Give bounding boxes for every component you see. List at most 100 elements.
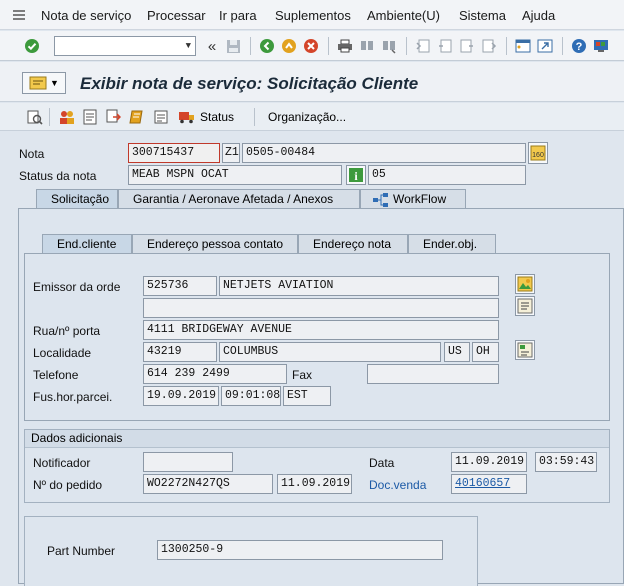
telefone-field[interactable]: 614 239 2499 (143, 364, 287, 384)
emissor-label: Emissor da orde (33, 280, 121, 294)
subtab-ender-obj[interactable]: Ender.obj. (408, 234, 496, 254)
notificador-label: Notificador (33, 456, 91, 470)
truck-icon (179, 112, 194, 124)
partner-icon[interactable] (58, 108, 76, 126)
action-log-icon[interactable] (128, 108, 146, 126)
menu-ir-para[interactable]: Ir para (219, 8, 257, 23)
zip-field[interactable]: 43219 (143, 342, 217, 362)
menu-nota-de-servico[interactable]: Nota de serviço (41, 8, 131, 23)
emissor-name2-field[interactable] (143, 298, 499, 318)
fax-label: Fax (292, 368, 313, 382)
pedido-date-field[interactable]: 11.09.2019 (277, 474, 352, 494)
double-chevron-left-icon[interactable]: « (203, 37, 221, 55)
rua-label: Rua/nº porta (33, 324, 101, 338)
print-icon[interactable] (336, 37, 354, 55)
emissor-code-field[interactable]: 525736 (143, 276, 217, 296)
subtab-end-cliente[interactable]: End.cliente (42, 234, 132, 254)
chevron-down-icon[interactable]: ▼ (186, 37, 191, 55)
display-object-icon[interactable] (26, 108, 44, 126)
emissor-name-field[interactable]: NETJETS AVIATION (219, 276, 499, 296)
data-label: Data (369, 456, 395, 470)
fus-date-field[interactable]: 19.09.2019 (143, 386, 219, 406)
rua-field[interactable]: 4111 BRIDGEWAY AVENUE (143, 320, 499, 340)
status-nota-field[interactable]: MEAB MSPN OCAT (128, 165, 342, 185)
organizacao-button[interactable]: Organização... (268, 110, 346, 124)
tab-workflow-label: WorkFlow (393, 192, 447, 206)
fax-field[interactable] (367, 364, 499, 384)
menu-sistema[interactable]: Sistema (459, 8, 506, 23)
prev-page-icon[interactable] (436, 37, 454, 55)
exit-icon[interactable] (280, 37, 298, 55)
long-text-icon[interactable]: 160 (528, 142, 548, 164)
docvenda-link[interactable]: 40160657 (455, 477, 510, 490)
status-code-field[interactable]: 05 (368, 165, 526, 185)
status-info-icon[interactable]: i (346, 165, 366, 185)
menu-ajuda[interactable]: Ajuda (522, 8, 555, 23)
next-page-icon[interactable] (458, 37, 476, 55)
application-toolbar: Status Organização... (0, 103, 624, 131)
pedido-field[interactable]: WO2272N427QS (143, 474, 273, 494)
city-field[interactable]: COLUMBUS (219, 342, 441, 362)
localidade-label: Localidade (33, 346, 92, 360)
docvenda-label[interactable]: Doc.venda (369, 478, 426, 492)
telefone-label: Telefone (33, 368, 79, 382)
customer-details-icon[interactable] (515, 296, 535, 316)
enter-icon[interactable] (23, 37, 41, 55)
customer-map-icon[interactable] (515, 274, 535, 294)
save-icon[interactable] (224, 37, 242, 55)
subtab-endereco-nota[interactable]: Endereço nota (298, 234, 408, 254)
chevron-down-icon: ▼ (50, 78, 59, 88)
address-details-icon[interactable] (515, 340, 535, 360)
menu-bar: Nota de serviço Processar Ir para Suplem… (0, 0, 624, 30)
status-button[interactable]: Status (178, 108, 234, 126)
sap-menu-icon[interactable] (10, 7, 28, 23)
docvenda-field[interactable]: 40160657 (451, 474, 527, 494)
nota-type-field[interactable]: Z1 (222, 143, 240, 163)
svg-text:?: ? (576, 41, 583, 53)
tab-solicitacao[interactable]: Solicitação (36, 189, 118, 209)
first-page-icon[interactable] (414, 37, 432, 55)
new-session-icon[interactable] (514, 37, 532, 55)
fus-time-field[interactable]: 09:01:08 (221, 386, 281, 406)
fus-label: Fus.hor.parcei. (33, 390, 113, 404)
display-mode-icon (29, 76, 47, 90)
data-time-field[interactable]: 03:59:43 (535, 452, 597, 472)
customize-icon[interactable] (592, 37, 610, 55)
pedido-label: Nº do pedido (33, 478, 103, 492)
workflow-icon (373, 193, 388, 207)
page-title: Exibir nota de serviço: Solicitação Clie… (80, 74, 419, 93)
status-nota-label: Status da nota (19, 169, 97, 183)
help-icon[interactable]: ? (570, 37, 588, 55)
nota-label: Nota (19, 147, 45, 161)
last-page-icon[interactable] (480, 37, 498, 55)
title-bar: ▼ Exibir nota de serviço: Solicitação Cl… (0, 62, 624, 102)
data-field[interactable]: 11.09.2019 (451, 452, 527, 472)
dados-adicionais-heading: Dados adicionais (25, 430, 609, 448)
find-icon[interactable] (358, 37, 376, 55)
document-flow-icon[interactable] (104, 108, 122, 126)
system-toolbar: ▼ « ? (0, 31, 624, 61)
cancel-icon[interactable] (302, 37, 320, 55)
menu-processar[interactable]: Processar (147, 8, 206, 23)
menu-ambiente[interactable]: Ambiente(U) (367, 8, 440, 23)
nota-field[interactable]: 300715437 (128, 143, 220, 163)
display-mode-button[interactable]: ▼ (22, 72, 66, 94)
country-field[interactable]: US (444, 342, 470, 362)
region-field[interactable]: OH (472, 342, 499, 362)
find-next-icon[interactable] (380, 37, 398, 55)
notificador-field[interactable] (143, 452, 233, 472)
tab-workflow[interactable]: WorkFlow (360, 189, 466, 209)
order-icon[interactable] (152, 108, 170, 126)
part-number-field[interactable]: 1300250-9 (157, 540, 443, 560)
subtab-endereco-pessoa-contato[interactable]: Endereço pessoa contato (132, 234, 298, 254)
tab-garantia[interactable]: Garantia / Aeronave Afetada / Anexos (118, 189, 360, 209)
document-icon[interactable] (81, 108, 99, 126)
nota-description-field[interactable]: 0505-00484 (242, 143, 526, 163)
fus-timezone-field[interactable]: EST (283, 386, 331, 406)
shortcut-icon[interactable] (536, 37, 554, 55)
part-number-label: Part Number (47, 544, 116, 558)
back-icon[interactable] (258, 37, 276, 55)
svg-text:160: 160 (532, 152, 544, 159)
command-field[interactable]: ▼ (54, 36, 196, 56)
menu-suplementos[interactable]: Suplementos (275, 8, 351, 23)
